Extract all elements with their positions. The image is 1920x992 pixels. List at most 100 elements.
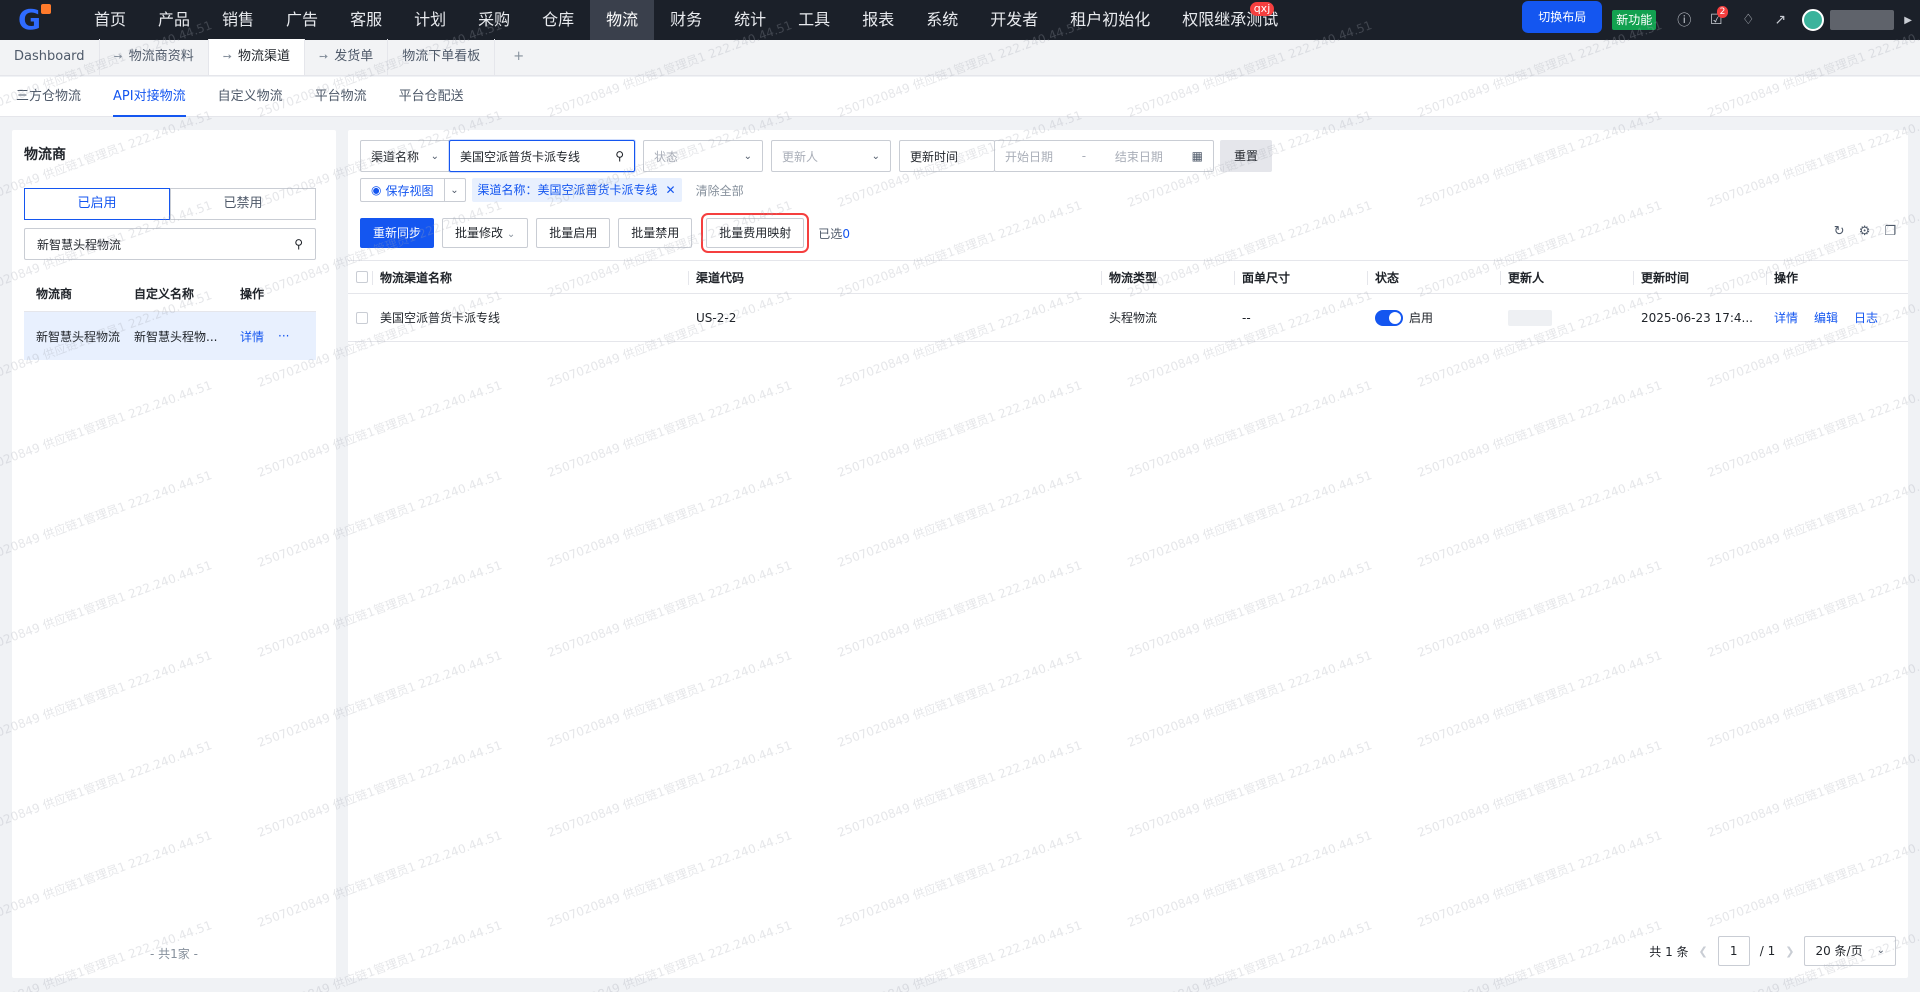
pagination: 共 1 条 ❮ 1 / 1 ❯ 20 条/页 ⌄ (1649, 936, 1896, 966)
field-select[interactable]: 渠道名称 ⌄ (360, 140, 450, 172)
end-date-placeholder[interactable]: 结束日期 (1115, 148, 1163, 165)
subtab-3pl[interactable]: 三方仓物流 (0, 77, 97, 117)
status-select[interactable]: 状态 ⌄ (643, 140, 763, 172)
search-icon[interactable]: ⚲ (294, 237, 303, 251)
menu-tools[interactable]: 工具 (782, 0, 846, 40)
menu-purchase[interactable]: 采购 (462, 0, 526, 40)
gear-icon[interactable]: ⚙ (1859, 224, 1871, 239)
menu-sales[interactable]: 销售 (206, 0, 270, 40)
header-status: 状态 (1367, 261, 1500, 293)
tab-logistics-channel[interactable]: ➙ 物流渠道 (208, 39, 305, 75)
prev-page-icon[interactable]: ❮ (1699, 945, 1708, 958)
menu-reports[interactable]: 报表 (846, 0, 910, 40)
edit-link[interactable]: 编辑 (1814, 309, 1838, 326)
detail-link[interactable]: 详情 (1774, 309, 1798, 326)
tab-shipment[interactable]: ➙ 发货单 (305, 39, 389, 75)
help-icon[interactable]: ⓘ (1668, 0, 1700, 40)
batch-fee-mapping-button[interactable]: 批量费用映射 (701, 213, 810, 253)
tab-label: 物流商资料 (128, 49, 194, 64)
add-tab-button[interactable]: + (495, 39, 542, 75)
menu-system[interactable]: 系统 (910, 0, 974, 40)
total-count: 共 1 条 (1649, 944, 1689, 959)
book-icon[interactable]: ❐ (1884, 224, 1896, 239)
app-logo[interactable]: G (0, 0, 78, 40)
cell-channel-code: US-2-2 (696, 310, 737, 325)
channel-search-value: 美国空派普货卡派专线 (460, 149, 581, 164)
subtab-custom[interactable]: 自定义物流 (202, 77, 299, 117)
tab-label: Dashboard (14, 49, 85, 64)
status-label: 启用 (1409, 311, 1434, 325)
new-feature-badge[interactable]: 新功能 (1612, 10, 1657, 30)
fullscreen-icon[interactable]: ↗ (1764, 0, 1796, 40)
header-op: 操作 (240, 287, 265, 301)
task-icon[interactable]: ☑ 2 (1700, 0, 1732, 40)
next-page-icon[interactable]: ❯ (1785, 945, 1794, 958)
menu-developer[interactable]: 开发者 (974, 0, 1054, 40)
tab-label: 物流下单看板 (402, 49, 481, 64)
batch-edit-button[interactable]: 批量修改 ⌄ (442, 218, 529, 248)
caret-right-icon[interactable]: ▶ (1904, 15, 1912, 26)
menu-permission-test[interactable]: 权限继承测试 qxj (1166, 0, 1294, 40)
status-toggle[interactable] (1375, 309, 1403, 326)
save-view-button[interactable]: ◉ 保存视图 (361, 179, 445, 201)
menu-service[interactable]: 客服 (334, 0, 398, 40)
top-right-tools: 切换布局 新功能 ⓘ ☑ 2 ♢ ↗ ▶ (1522, 0, 1920, 40)
reset-button[interactable]: 重置 (1220, 140, 1273, 172)
channel-search-input[interactable]: 美国空派普货卡派专线 ⚲ (449, 140, 635, 172)
menu-ads[interactable]: 广告 (270, 0, 334, 40)
menu-finance[interactable]: 财务 (654, 0, 718, 40)
cell-channel-name: 美国空派普货卡派专线 (380, 311, 501, 325)
menu-tenant-init[interactable]: 租户初始化 (1054, 0, 1166, 40)
calendar-icon[interactable]: ▦ (1192, 149, 1203, 163)
menu-home[interactable]: 首页 (78, 0, 142, 40)
batch-disable-button[interactable]: 批量禁用 (618, 218, 693, 248)
menu-logistics[interactable]: 物流 (590, 0, 655, 40)
menu-stats[interactable]: 统计 (718, 0, 782, 40)
segment-disabled[interactable]: 已禁用 (170, 188, 316, 220)
active-filter-tag: 渠道名称：美国空派普货卡派专线 ✕ (471, 178, 682, 202)
switch-layout-button[interactable]: 切换布局 (1522, 1, 1603, 33)
page-size-select[interactable]: 20 条/页 ⌄ (1804, 936, 1896, 966)
clear-all-link[interactable]: 清除全部 (696, 182, 744, 199)
subtab-platform-warehouse[interactable]: 平台仓配送 (383, 77, 480, 117)
username-redacted[interactable] (1830, 10, 1895, 30)
provider-search-input[interactable]: 新智慧头程物流 ⚲ (24, 228, 316, 260)
updater-select[interactable]: 更新人 ⌄ (771, 140, 891, 172)
date-range-picker[interactable]: 开始日期 - 结束日期 ▦ (994, 140, 1214, 172)
subtab-api[interactable]: API对接物流 (97, 77, 202, 117)
tab-order-board[interactable]: 物流下单看板 (388, 39, 496, 75)
menu-product[interactable]: 产品 (142, 0, 206, 40)
cell-logistics-type: 头程物流 (1109, 311, 1158, 325)
tab-label: 物流渠道 (237, 49, 290, 64)
header-updater: 更新人 (1500, 261, 1633, 293)
more-icon[interactable]: ··· (278, 329, 289, 343)
logo-mark: G (18, 4, 51, 34)
chevron-down-icon[interactable]: ⌄ (445, 185, 465, 196)
select-all-checkbox[interactable] (348, 261, 372, 293)
avatar[interactable] (1802, 9, 1825, 31)
bell-icon[interactable]: ♢ (1732, 0, 1764, 40)
page-input[interactable]: 1 (1717, 936, 1750, 966)
log-link[interactable]: 日志 (1854, 309, 1878, 326)
segment-enabled[interactable]: 已启用 (24, 188, 170, 220)
provider-detail-link[interactable]: 详情 (240, 328, 264, 345)
search-icon[interactable]: ⚲ (615, 149, 624, 163)
provider-custom-name: 新智慧头程物... (134, 329, 218, 344)
provider-row[interactable]: 新智慧头程物流 新智慧头程物... 详情 ··· (24, 312, 316, 360)
menu-plan[interactable]: 计划 (398, 0, 462, 40)
tab-dashboard[interactable]: Dashboard (0, 39, 100, 75)
main-menu: 首页 产品 销售 广告 客服 计划 采购 仓库 物流 财务 统计 工具 报表 系… (78, 0, 1294, 40)
chevron-down-icon: ⌄ (743, 150, 752, 162)
subtab-platform[interactable]: 平台物流 (299, 77, 383, 117)
menu-warehouse[interactable]: 仓库 (526, 0, 590, 40)
tab-provider-info[interactable]: ➙ 物流商资料 (100, 39, 209, 75)
resync-button[interactable]: 重新同步 (360, 218, 435, 248)
header-channel-code: 渠道代码 (688, 261, 1101, 293)
close-icon[interactable]: ✕ (666, 178, 676, 202)
provider-panel: 物流商 已启用 已禁用 新智慧头程物流 ⚲ 物流商 自定义名称 操作 新智慧头程… (12, 130, 336, 978)
row-checkbox[interactable] (348, 294, 372, 341)
time-type-select[interactable]: 更新时间 (899, 140, 995, 172)
refresh-icon[interactable]: ↻ (1834, 224, 1845, 239)
batch-enable-button[interactable]: 批量启用 (536, 218, 611, 248)
start-date-placeholder[interactable]: 开始日期 (1005, 148, 1053, 165)
